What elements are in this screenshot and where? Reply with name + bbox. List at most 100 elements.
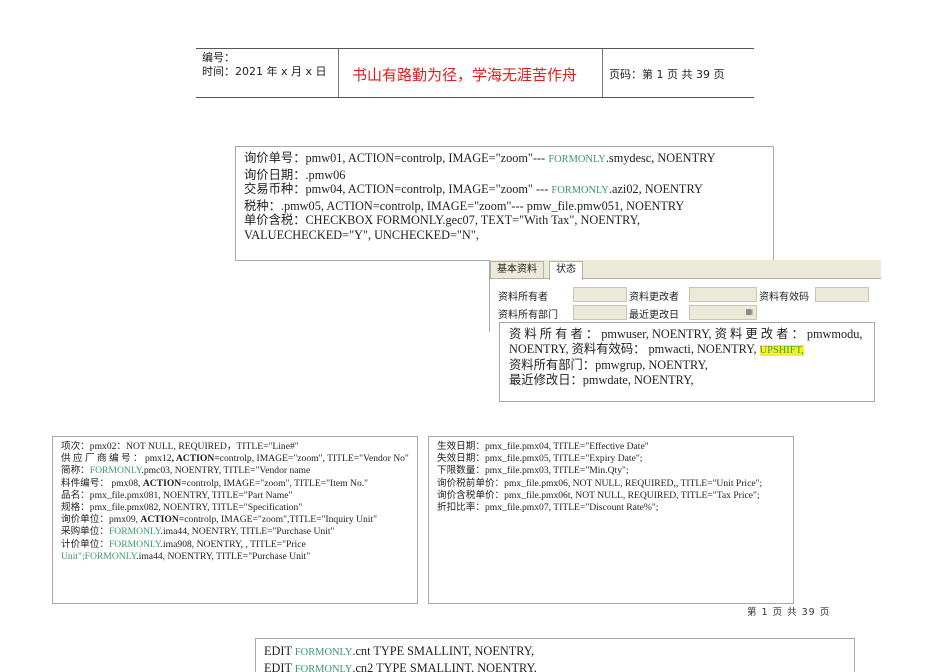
valid-code-field[interactable]	[815, 287, 869, 302]
text-line: 折扣比率：pmx_file.pmx07, TITLE="Discount Rat…	[437, 502, 785, 514]
text-line: 品名：pmx_file.pmx081, NOENTRY, TITLE="Part…	[61, 490, 409, 502]
text-line: EDIT FORMONLY.cn2 TYPE SMALLINT, NOENTRY…	[264, 661, 846, 672]
text-segment: FORMONLY	[294, 663, 353, 672]
label-modifier: 资料更改者	[629, 292, 679, 303]
text-segment: 交易币种：pmw04, ACTION=controlp, IMAGE="zoom…	[244, 182, 552, 196]
text-segment: 资料所有部门：pmwgrup, NOENTRY,	[509, 358, 708, 372]
time-label: 时间：2021 年 x 月 x 日	[202, 65, 327, 78]
motto: 书山有路勤为径，学海无涯苦作舟	[352, 66, 578, 84]
text-segment: 询价单号：pmw01, ACTION=controlp, IMAGE="zoom…	[244, 151, 549, 165]
text-line: 询价日期：.pmw06	[244, 168, 765, 183]
text-line: 简称：FORMONLY.pmc03, NOENTRY, TITLE="Vendo…	[61, 465, 409, 477]
text-segment: ACTION=	[140, 514, 185, 526]
text-segment: .ima44, NOENTRY, TITLE="Purchase Unit"	[160, 526, 335, 538]
divider	[602, 49, 603, 97]
text-segment: FORMONLY	[294, 647, 353, 658]
text-line: 询价含税单价：pmx_file.pmx06t, NOT NULL, REQUIR…	[437, 490, 785, 502]
text-line: 单价含税：CHECKBOX FORMONLY.gec07, TEXT="With…	[244, 213, 765, 242]
owner-field[interactable]	[573, 287, 627, 302]
text-segment: 品名：pmx_file.pmx081, NOENTRY, TITLE="Part…	[61, 489, 293, 501]
text-line: 项次：pmx02：NOT NULL, REQUIRED，TITLE="Line#…	[61, 441, 409, 453]
text-segment: 折扣比率：pmx_file.pmx07, TITLE="Discount Rat…	[437, 502, 659, 514]
text-segment: 失效日期：pmx_file.pmx05, TITLE="Expiry Date"…	[437, 453, 643, 465]
text-segment: .smydesc, NOENTRY	[605, 151, 716, 165]
detail-fields-box-right: 生效日期：pmx_file.pmx04, TITLE="Effective Da…	[428, 436, 794, 604]
tab-status[interactable]: 状态	[549, 261, 583, 280]
modifier-field[interactable]	[689, 287, 757, 302]
text-segment: 最近修改日：pmwdate, NOENTRY,	[509, 372, 694, 387]
text-line: 计价单位：FORMONLY.ima908, NOENTRY, , TITLE="…	[61, 539, 409, 563]
page-footer: 第 1 页 共 39 页	[747, 607, 831, 618]
text-line: 询价单号：pmw01, ACTION=controlp, IMAGE="zoom…	[244, 151, 765, 168]
text-segment: 生效日期：pmx_file.pmx04, TITLE="Effective Da…	[437, 441, 649, 452]
calendar-icon[interactable]: ▦	[745, 307, 753, 316]
text-line: 交易币种：pmw04, ACTION=controlp, IMAGE="zoom…	[244, 182, 765, 199]
document-page: 编号： 时间：2021 年 x 月 x 日 书山有路勤为径，学海无涯苦作舟 页码…	[0, 0, 950, 672]
text-line: EDIT FORMONLY.cnt TYPE SMALLINT, NOENTRY…	[264, 644, 846, 661]
text-segment: .ima44, NOENTRY, TITLE="Purchase Unit"	[136, 550, 311, 562]
text-segment: 单价含税：CHECKBOX FORMONLY.gec07, TEXT="With…	[244, 213, 641, 242]
text-segment: EDIT	[264, 660, 295, 672]
text-segment: .pmc03, NOENTRY, TITLE="Vendor name	[141, 465, 311, 477]
page-info: 页码：第 1 页 共 39 页	[609, 68, 725, 81]
text-segment: 下限数量：pmx_file.pmx03, TITLE="Min.Qty";	[437, 465, 629, 477]
text-segment: FORMONLY	[548, 154, 606, 165]
text-line: 料件编号： pmx08, ACTION=controlp, IMAGE="zoo…	[61, 478, 409, 490]
text-segment: 采购单位：	[61, 526, 109, 538]
label-owner-dept: 资料所有部门	[498, 310, 558, 321]
text-segment: 资 料 所 有 者 ： pmwuser, NOENTRY, 资 料 更 改 者 …	[509, 327, 863, 356]
text-segment: controlp, IMAGE="zoom", TITLE="Item No."	[186, 477, 369, 489]
label-valid-code: 资料有效码	[759, 292, 809, 303]
text-line: 资料所有部门：pmwgrup, NOENTRY,	[509, 358, 866, 373]
text-segment: 规格：pmx_file.pmx082, NOENTRY, TITLE="Spec…	[61, 502, 303, 514]
text-segment: 询价税前单价：pmx_file.pmx06, NOT NULL, REQUIRE…	[437, 477, 763, 489]
number-label: 编号：	[202, 51, 235, 64]
text-segment: FORMONLY	[108, 538, 161, 550]
text-segment: .ima908, NOENTRY, , TITLE="Price	[160, 538, 306, 550]
text-segment: controlp, IMAGE="zoom", TITLE="Vendor No…	[219, 453, 409, 465]
text-line: 失效日期：pmx_file.pmx05, TITLE="Expiry Date"…	[437, 453, 785, 465]
text-line: 下限数量：pmx_file.pmx03, TITLE="Min.Qty";	[437, 465, 785, 477]
last-modified-field[interactable]: ▦	[689, 305, 757, 320]
text-segment: EDIT	[264, 644, 295, 658]
text-segment: controlp, IMAGE="zoom",TITLE="Inquiry Un…	[184, 514, 378, 526]
label-owner: 资料所有者	[498, 292, 548, 303]
text-segment: 简称：	[61, 465, 90, 477]
inquiry-header-fields-box: 询价单号：pmw01, ACTION=controlp, IMAGE="zoom…	[235, 146, 774, 261]
text-segment: ACTION=	[142, 477, 187, 489]
page-header: 编号： 时间：2021 年 x 月 x 日 书山有路勤为径，学海无涯苦作舟 页码…	[196, 48, 754, 98]
detail-fields-box-left: 项次：pmx02：NOT NULL, REQUIRED，TITLE="Line#…	[52, 436, 418, 604]
text-segment: FORMONLY	[108, 526, 161, 538]
text-segment: 询价含税单价：pmx_file.pmx06t, NOT NULL, REQUIR…	[437, 489, 760, 501]
text-line: 税种：.pmw05, ACTION=controlp, IMAGE="zoom"…	[244, 199, 765, 214]
divider	[338, 49, 339, 97]
label-last-modified: 最近更改日	[629, 310, 679, 321]
text-line: 询价税前单价：pmx_file.pmx06, NOT NULL, REQUIRE…	[437, 478, 785, 490]
text-segment: , ACTION=	[171, 453, 220, 465]
status-fields-box: 资 料 所 有 者 ： pmwuser, NOENTRY, 资 料 更 改 者 …	[499, 322, 875, 402]
text-line: 询价单位：pmx09, ACTION=controlp, IMAGE="zoom…	[61, 514, 409, 526]
edit-fields-box: EDIT FORMONLY.cnt TYPE SMALLINT, NOENTRY…	[255, 638, 855, 672]
tab-bar: 基本资料 状态	[490, 260, 881, 280]
text-segment: 项次：pmx02：NOT NULL, REQUIRED，TITLE="Line#…	[61, 441, 299, 452]
highlighted-text: UPSHIFT,	[759, 344, 804, 356]
tab-basic-info[interactable]: 基本资料	[490, 261, 544, 278]
text-segment: 询价日期：.pmw06	[244, 167, 346, 182]
text-segment: FORMONLY	[551, 185, 609, 196]
text-line: 采购单位：FORMONLY.ima44, NOENTRY, TITLE="Pur…	[61, 526, 409, 538]
text-line: 资 料 所 有 者 ： pmwuser, NOENTRY, 资 料 更 改 者 …	[509, 327, 866, 358]
text-segment: 税种：.pmw05, ACTION=controlp, IMAGE="zoom"…	[244, 198, 685, 213]
text-segment: 计价单位：	[61, 538, 109, 550]
text-segment: Unit";FORMONLY	[61, 550, 137, 562]
text-line: 供 应 厂 商 编 号 ： pmx12, ACTION=controlp, IM…	[61, 453, 409, 465]
text-line: 最近修改日：pmwdate, NOENTRY,	[509, 373, 866, 388]
text-segment: 供 应 厂 商 编 号 ： pmx12	[61, 453, 172, 465]
owner-dept-field[interactable]	[573, 305, 627, 320]
text-segment: FORMONLY	[89, 465, 142, 477]
header-meta: 编号： 时间：2021 年 x 月 x 日	[202, 51, 327, 79]
text-segment: 料件编号： pmx08,	[61, 477, 143, 489]
text-line: 生效日期：pmx_file.pmx04, TITLE="Effective Da…	[437, 441, 785, 453]
text-segment: 询价单位：pmx09,	[61, 514, 141, 526]
text-line: 规格：pmx_file.pmx082, NOENTRY, TITLE="Spec…	[61, 502, 409, 514]
text-segment: .azi02, NOENTRY	[608, 182, 703, 196]
